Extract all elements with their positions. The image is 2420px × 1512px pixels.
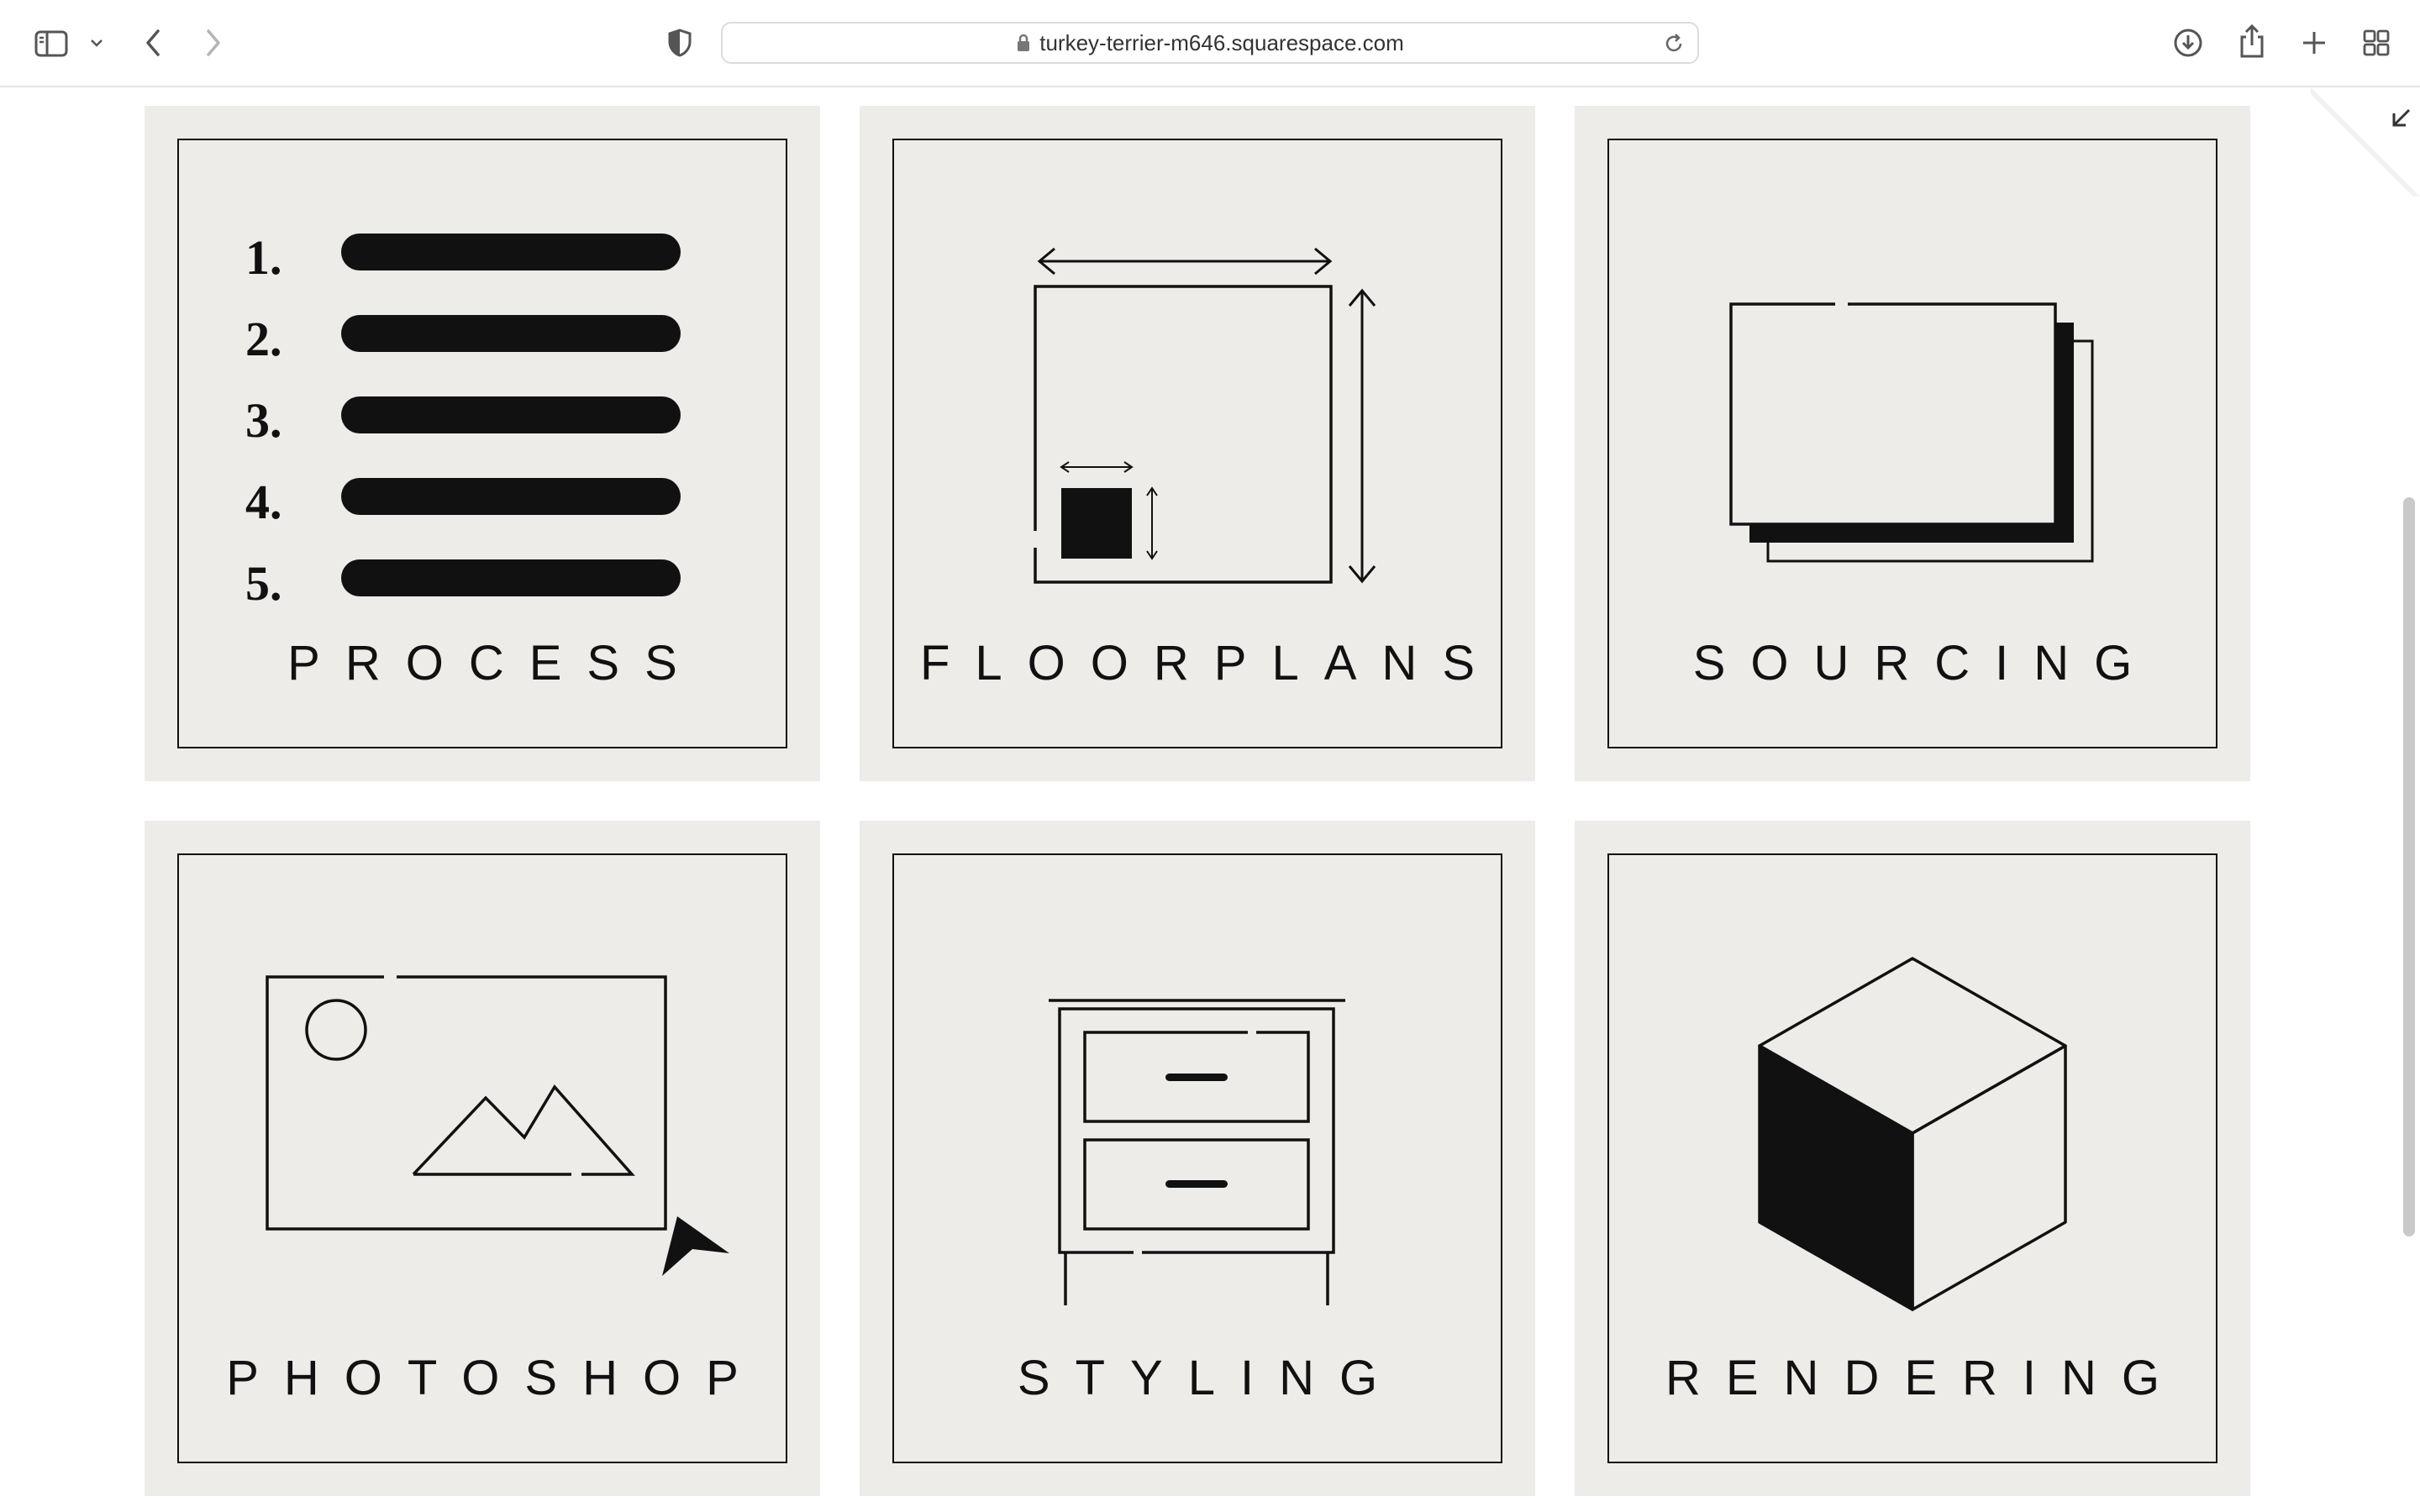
service-card-process[interactable]: 1. 2. 3. 4. 5. PROCESS — [145, 106, 820, 781]
browser-toolbar: turkey-terrier-m646.squarespace.com — [0, 0, 2420, 87]
page-content: 1. 2. 3. 4. 5. PROCESS FLOORPLANS SOURCI… — [0, 87, 2420, 1512]
service-card-floorplans[interactable]: FLOORPLANS — [860, 106, 1535, 781]
plus-icon[interactable] — [2297, 25, 2331, 60]
card-label: FLOORPLANS — [920, 636, 1500, 690]
list-number: 5. — [245, 556, 282, 611]
shield-icon[interactable] — [666, 27, 694, 59]
lock-icon — [1016, 33, 1031, 53]
card-label: PHOTOSHOP — [226, 1351, 764, 1405]
sidebar-icon[interactable] — [32, 25, 71, 62]
service-card-styling[interactable]: STYLING — [860, 821, 1535, 1496]
services-grid: 1. 2. 3. 4. 5. PROCESS FLOORPLANS SOURCI… — [145, 106, 2250, 1512]
share-icon[interactable] — [2235, 22, 2269, 60]
chevron-right-icon — [207, 29, 220, 56]
list-number: 3. — [245, 393, 282, 448]
page-scrollbar[interactable] — [2403, 497, 2415, 1236]
download-icon[interactable] — [2171, 25, 2205, 60]
url-text: turkey-terrier-m646.squarespace.com — [1039, 29, 1404, 55]
card-label: SOURCING — [1692, 636, 2158, 690]
reload-icon[interactable] — [1662, 32, 1686, 55]
chevron-left-icon — [146, 29, 160, 56]
chevron-down-icon[interactable] — [86, 32, 108, 54]
forward-button[interactable] — [197, 24, 230, 62]
card-label: STYLING — [1017, 1351, 1403, 1405]
list-number: 4. — [245, 475, 282, 529]
card-label: RENDERING — [1665, 1351, 2186, 1405]
card-label: PROCESS — [287, 636, 702, 690]
list-number: 1. — [245, 230, 282, 285]
service-card-sourcing[interactable]: SOURCING — [1575, 106, 2250, 781]
list-number: 2. — [245, 312, 282, 366]
service-card-photoshop[interactable]: PHOTOSHOP — [145, 821, 820, 1496]
address-bar[interactable]: turkey-terrier-m646.squarespace.com — [721, 22, 1699, 64]
grid-icon[interactable] — [2358, 25, 2395, 60]
collapse-arrow-icon[interactable] — [2311, 87, 2420, 197]
back-button[interactable] — [136, 24, 170, 62]
service-card-rendering[interactable]: RENDERING — [1575, 821, 2250, 1496]
